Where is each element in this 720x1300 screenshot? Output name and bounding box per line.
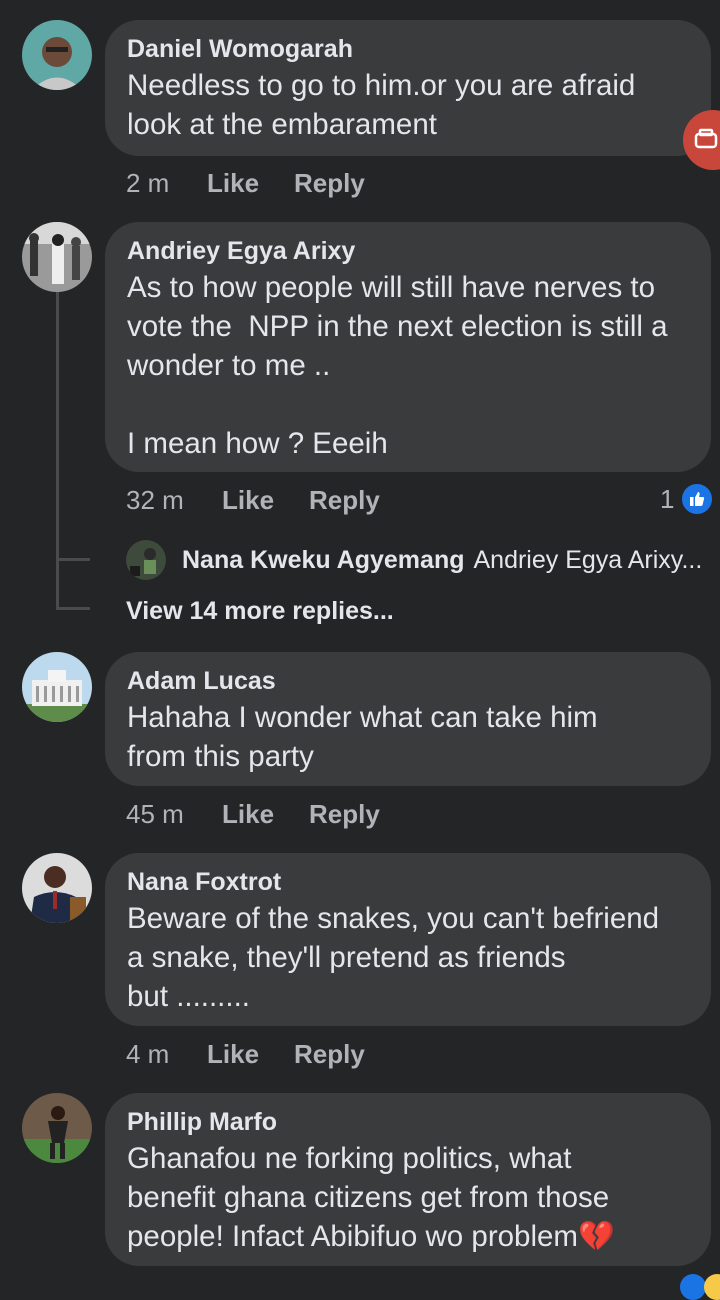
reply-preview[interactable]: Nana Kweku Agyemang Andriey Egya Arixy..…: [126, 540, 702, 580]
reply-button[interactable]: Reply: [309, 794, 380, 834]
avatar[interactable]: [22, 652, 92, 722]
comment-text: As to how people will still have nerves …: [127, 271, 668, 460]
reaction-count: 1: [660, 483, 675, 514]
thumbs-up-icon: [680, 1274, 706, 1300]
comment-text-body: Ghanafou ne forking politics, what benef…: [127, 1142, 610, 1253]
reply-button[interactable]: Reply: [294, 163, 365, 203]
comment-bubble[interactable]: Daniel Womogarah Needless to go to him.o…: [105, 20, 711, 156]
view-more-replies-link[interactable]: View 14 more replies...: [126, 597, 394, 626]
comment-author[interactable]: Nana Foxtrot: [127, 865, 689, 899]
comment-time[interactable]: 32 m: [126, 480, 184, 520]
avatar[interactable]: [126, 540, 166, 580]
comment-bubble[interactable]: Nana Foxtrot Beware of the snakes, you c…: [105, 853, 711, 1026]
reaction-summary[interactable]: 1: [660, 482, 715, 516]
like-button[interactable]: Like: [222, 480, 274, 520]
avatar[interactable]: [22, 853, 92, 923]
comment-text: Ghanafou ne forking politics, what benef…: [127, 1139, 689, 1256]
chat-heads-icon: [694, 128, 718, 149]
reply-button[interactable]: Reply: [294, 1034, 365, 1074]
comment-bubble[interactable]: Phillip Marfo Ghanafou ne forking politi…: [105, 1093, 711, 1266]
comment-bubble[interactable]: Adam Lucas Hahaha I wonder what can take…: [105, 652, 711, 786]
comment-author[interactable]: Andriey Egya Arixy: [127, 234, 689, 268]
thumbs-up-icon: [680, 482, 715, 516]
reply-author[interactable]: Nana Kweku Agyemang: [182, 546, 464, 575]
comment-bubble[interactable]: Andriey Egya Arixy As to how people will…: [105, 222, 711, 472]
comment-author[interactable]: Adam Lucas: [127, 664, 689, 698]
comment-time[interactable]: 2 m: [126, 163, 169, 203]
like-button[interactable]: Like: [207, 1034, 259, 1074]
haha-icon: [704, 1274, 720, 1300]
comment-text: Beware of the snakes, you can't befriend…: [127, 902, 660, 1013]
reply-button[interactable]: Reply: [309, 480, 380, 520]
avatar[interactable]: [22, 1093, 92, 1163]
avatar[interactable]: [22, 222, 92, 292]
broken-heart-icon: 💔: [577, 1220, 615, 1253]
reply-snippet: Andriey Egya Arixy...: [473, 545, 703, 574]
thread-branch: [56, 558, 90, 561]
thread-line: [56, 292, 59, 610]
comment-time[interactable]: 4 m: [126, 1034, 169, 1074]
thread-branch: [56, 607, 90, 610]
avatar[interactable]: [22, 20, 92, 90]
comment-author[interactable]: Daniel Womogarah: [127, 32, 689, 66]
comment-text: Needless to go to him.or you are afraid …: [127, 69, 636, 141]
comment-time[interactable]: 45 m: [126, 794, 184, 834]
like-button[interactable]: Like: [222, 794, 274, 834]
comment-text: Hahaha I wonder what can take him from t…: [127, 701, 598, 773]
comment-author[interactable]: Phillip Marfo: [127, 1105, 689, 1139]
like-button[interactable]: Like: [207, 163, 259, 203]
